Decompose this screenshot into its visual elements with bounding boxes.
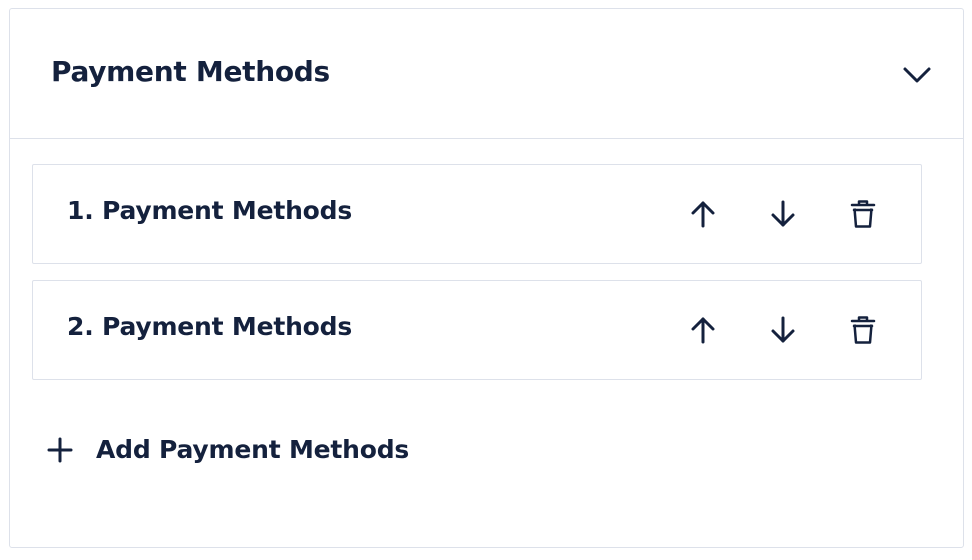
collapse-button[interactable] — [901, 61, 933, 89]
add-button-label: Add Payment Methods — [96, 435, 410, 464]
payment-methods-panel: Payment Methods — [9, 8, 964, 548]
arrow-up-icon — [691, 317, 715, 344]
item-label: 1. Payment Methods — [67, 196, 353, 225]
move-down-button[interactable] — [767, 314, 799, 346]
move-up-button[interactable] — [687, 198, 719, 230]
arrow-down-icon — [771, 200, 795, 227]
plus-icon — [46, 436, 74, 464]
item-actions — [687, 314, 879, 346]
item-label: 2. Payment Methods — [67, 312, 353, 341]
chevron-down-icon — [903, 67, 931, 83]
list-item[interactable]: 2. Payment Methods — [32, 280, 922, 380]
item-actions — [687, 198, 879, 230]
list-item[interactable]: 1. Payment Methods — [32, 164, 922, 264]
move-down-button[interactable] — [767, 198, 799, 230]
move-up-button[interactable] — [687, 314, 719, 346]
add-payment-method-button[interactable]: Add Payment Methods — [46, 435, 409, 464]
panel-header[interactable]: Payment Methods — [10, 9, 963, 139]
delete-button[interactable] — [847, 198, 879, 230]
trash-icon — [850, 200, 876, 228]
arrow-down-icon — [771, 316, 795, 343]
delete-button[interactable] — [847, 314, 879, 346]
trash-icon — [850, 316, 876, 344]
arrow-up-icon — [691, 201, 715, 228]
panel-title: Payment Methods — [51, 55, 330, 88]
